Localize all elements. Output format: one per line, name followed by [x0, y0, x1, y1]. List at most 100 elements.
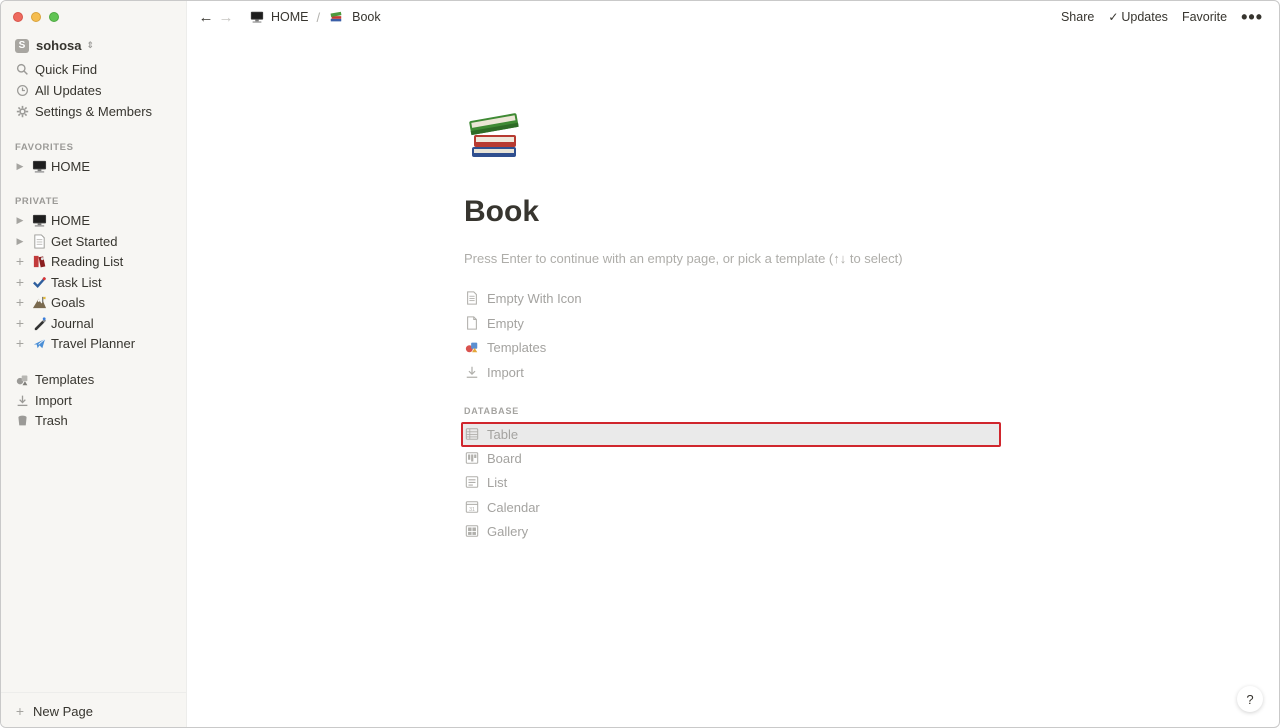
breadcrumb-item-book[interactable]: Book: [328, 9, 381, 25]
list-icon: [464, 475, 479, 490]
sidebar-item-home[interactable]: ▶ HOME: [15, 210, 90, 230]
option-gallery[interactable]: Gallery: [464, 521, 528, 541]
sidebar-item-settings[interactable]: Settings & Members: [15, 101, 152, 121]
workspace-name: sohosa: [36, 38, 82, 53]
database-heading: DATABASE: [464, 406, 520, 416]
breadcrumb-separator: /: [316, 9, 321, 25]
templates-icon: [464, 340, 479, 355]
help-button[interactable]: ?: [1237, 686, 1263, 712]
topbar: ← → HOME / Book Share ✓ Updates Favorite…: [187, 1, 1279, 33]
add-icon[interactable]: +: [15, 336, 25, 350]
forward-arrow-icon[interactable]: →: [217, 9, 235, 26]
sidebar-item-label: Import: [35, 392, 72, 408]
sidebar-item-journal[interactable]: + Journal: [15, 313, 94, 333]
check-icon: ✓: [1108, 10, 1119, 24]
more-options-icon[interactable]: •••: [1241, 7, 1263, 28]
breadcrumb-item-home[interactable]: HOME: [249, 9, 309, 25]
expand-caret-icon[interactable]: ▶: [15, 236, 25, 247]
mountain-emoji-icon: [31, 294, 47, 310]
books-emoji-icon: [328, 9, 344, 25]
sidebar-item-all-updates[interactable]: All Updates: [15, 80, 101, 100]
option-calendar[interactable]: 31 Calendar: [464, 497, 540, 517]
sidebar-item-label: Task List: [51, 274, 102, 290]
option-label: Templates: [487, 339, 547, 355]
page-title[interactable]: Book: [464, 195, 539, 229]
workspace-avatar: S: [15, 38, 29, 53]
airplane-emoji-icon: [31, 335, 47, 351]
download-icon: [15, 393, 29, 407]
new-page-button[interactable]: + New Page: [1, 692, 187, 727]
sidebar-item-travel-planner[interactable]: + Travel Planner: [15, 333, 135, 353]
updates-button[interactable]: ✓ Updates: [1108, 10, 1168, 24]
sidebar-item-label: Get Started: [51, 233, 118, 249]
template-hint: Press Enter to continue with an empty pa…: [464, 251, 903, 266]
option-label: Board: [487, 450, 522, 466]
table-icon: [464, 427, 479, 442]
page-icon: [464, 316, 479, 331]
books-emoji-icon: [31, 253, 47, 269]
sidebar-item-label: Quick Find: [35, 61, 98, 77]
sidebar-item-import[interactable]: Import: [15, 390, 72, 410]
option-label: Gallery: [487, 523, 529, 539]
page-lines-icon: [464, 291, 479, 306]
window-controls: [13, 12, 59, 22]
sidebar-item-reading-list[interactable]: + Reading List: [15, 251, 123, 271]
sidebar-item-favorite-home[interactable]: ▶ HOME: [15, 156, 90, 176]
add-icon[interactable]: +: [15, 254, 25, 268]
minimize-window-button[interactable]: [31, 12, 41, 22]
sidebar-item-quick-find[interactable]: Quick Find: [15, 59, 97, 79]
app-window: S sohosa ⇕ Quick Find All Updates Settin…: [0, 0, 1280, 728]
sidebar-item-task-list[interactable]: + Task List: [15, 272, 102, 292]
breadcrumb-label: Book: [352, 10, 381, 24]
page-icon: [31, 233, 47, 249]
sidebar-item-label: HOME: [51, 212, 90, 228]
maximize-window-button[interactable]: [49, 12, 59, 22]
sidebar-item-label: Travel Planner: [51, 335, 136, 351]
share-button[interactable]: Share: [1061, 10, 1094, 24]
option-board[interactable]: Board: [464, 448, 522, 468]
updates-label: Updates: [1121, 10, 1168, 24]
computer-emoji-icon: [31, 158, 47, 174]
computer-emoji-icon: [31, 212, 47, 228]
option-list[interactable]: List: [464, 472, 507, 492]
chevron-updown-icon: ⇕: [86, 40, 95, 50]
add-icon[interactable]: +: [15, 275, 25, 289]
favorite-button[interactable]: Favorite: [1182, 10, 1227, 24]
favorites-heading: FAVORITES: [15, 142, 74, 153]
add-icon[interactable]: +: [15, 316, 25, 330]
sidebar-item-label: All Updates: [35, 82, 102, 98]
close-window-button[interactable]: [13, 12, 23, 22]
sidebar-item-label: Trash: [35, 412, 68, 428]
selected-option-highlight: [461, 422, 1001, 447]
option-table[interactable]: Table: [464, 424, 518, 444]
option-label: Calendar: [487, 499, 540, 515]
option-templates[interactable]: Templates: [464, 337, 546, 357]
clock-icon: [15, 83, 29, 97]
page-icon-books-emoji[interactable]: [464, 105, 524, 165]
gallery-icon: [464, 524, 479, 539]
pen-emoji-icon: [31, 315, 47, 331]
expand-caret-icon[interactable]: ▶: [15, 161, 25, 172]
back-arrow-icon[interactable]: ←: [197, 9, 215, 26]
option-empty[interactable]: Empty: [464, 313, 524, 333]
expand-caret-icon[interactable]: ▶: [15, 215, 25, 226]
sidebar: S sohosa ⇕ Quick Find All Updates Settin…: [1, 1, 187, 727]
option-label: Table: [487, 426, 519, 442]
sidebar-item-goals[interactable]: + Goals: [15, 292, 85, 312]
sidebar-item-templates[interactable]: Templates: [15, 369, 94, 389]
gear-icon: [15, 104, 29, 118]
computer-emoji-icon: [249, 9, 265, 25]
breadcrumb-label: HOME: [271, 10, 309, 24]
option-empty-with-icon[interactable]: Empty With Icon: [464, 288, 582, 308]
option-import[interactable]: Import: [464, 362, 524, 382]
sidebar-item-trash[interactable]: Trash: [15, 410, 68, 430]
option-label: Empty: [487, 315, 524, 331]
sidebar-item-label: Reading List: [51, 253, 124, 269]
option-label: Import: [487, 364, 524, 380]
calendar-icon: 31: [464, 500, 479, 515]
private-heading: PRIVATE: [15, 196, 59, 207]
sidebar-item-get-started[interactable]: ▶ Get Started: [15, 231, 118, 251]
workspace-switcher[interactable]: S sohosa ⇕: [15, 38, 94, 53]
add-icon[interactable]: +: [15, 295, 25, 309]
sidebar-item-label: HOME: [51, 158, 90, 174]
